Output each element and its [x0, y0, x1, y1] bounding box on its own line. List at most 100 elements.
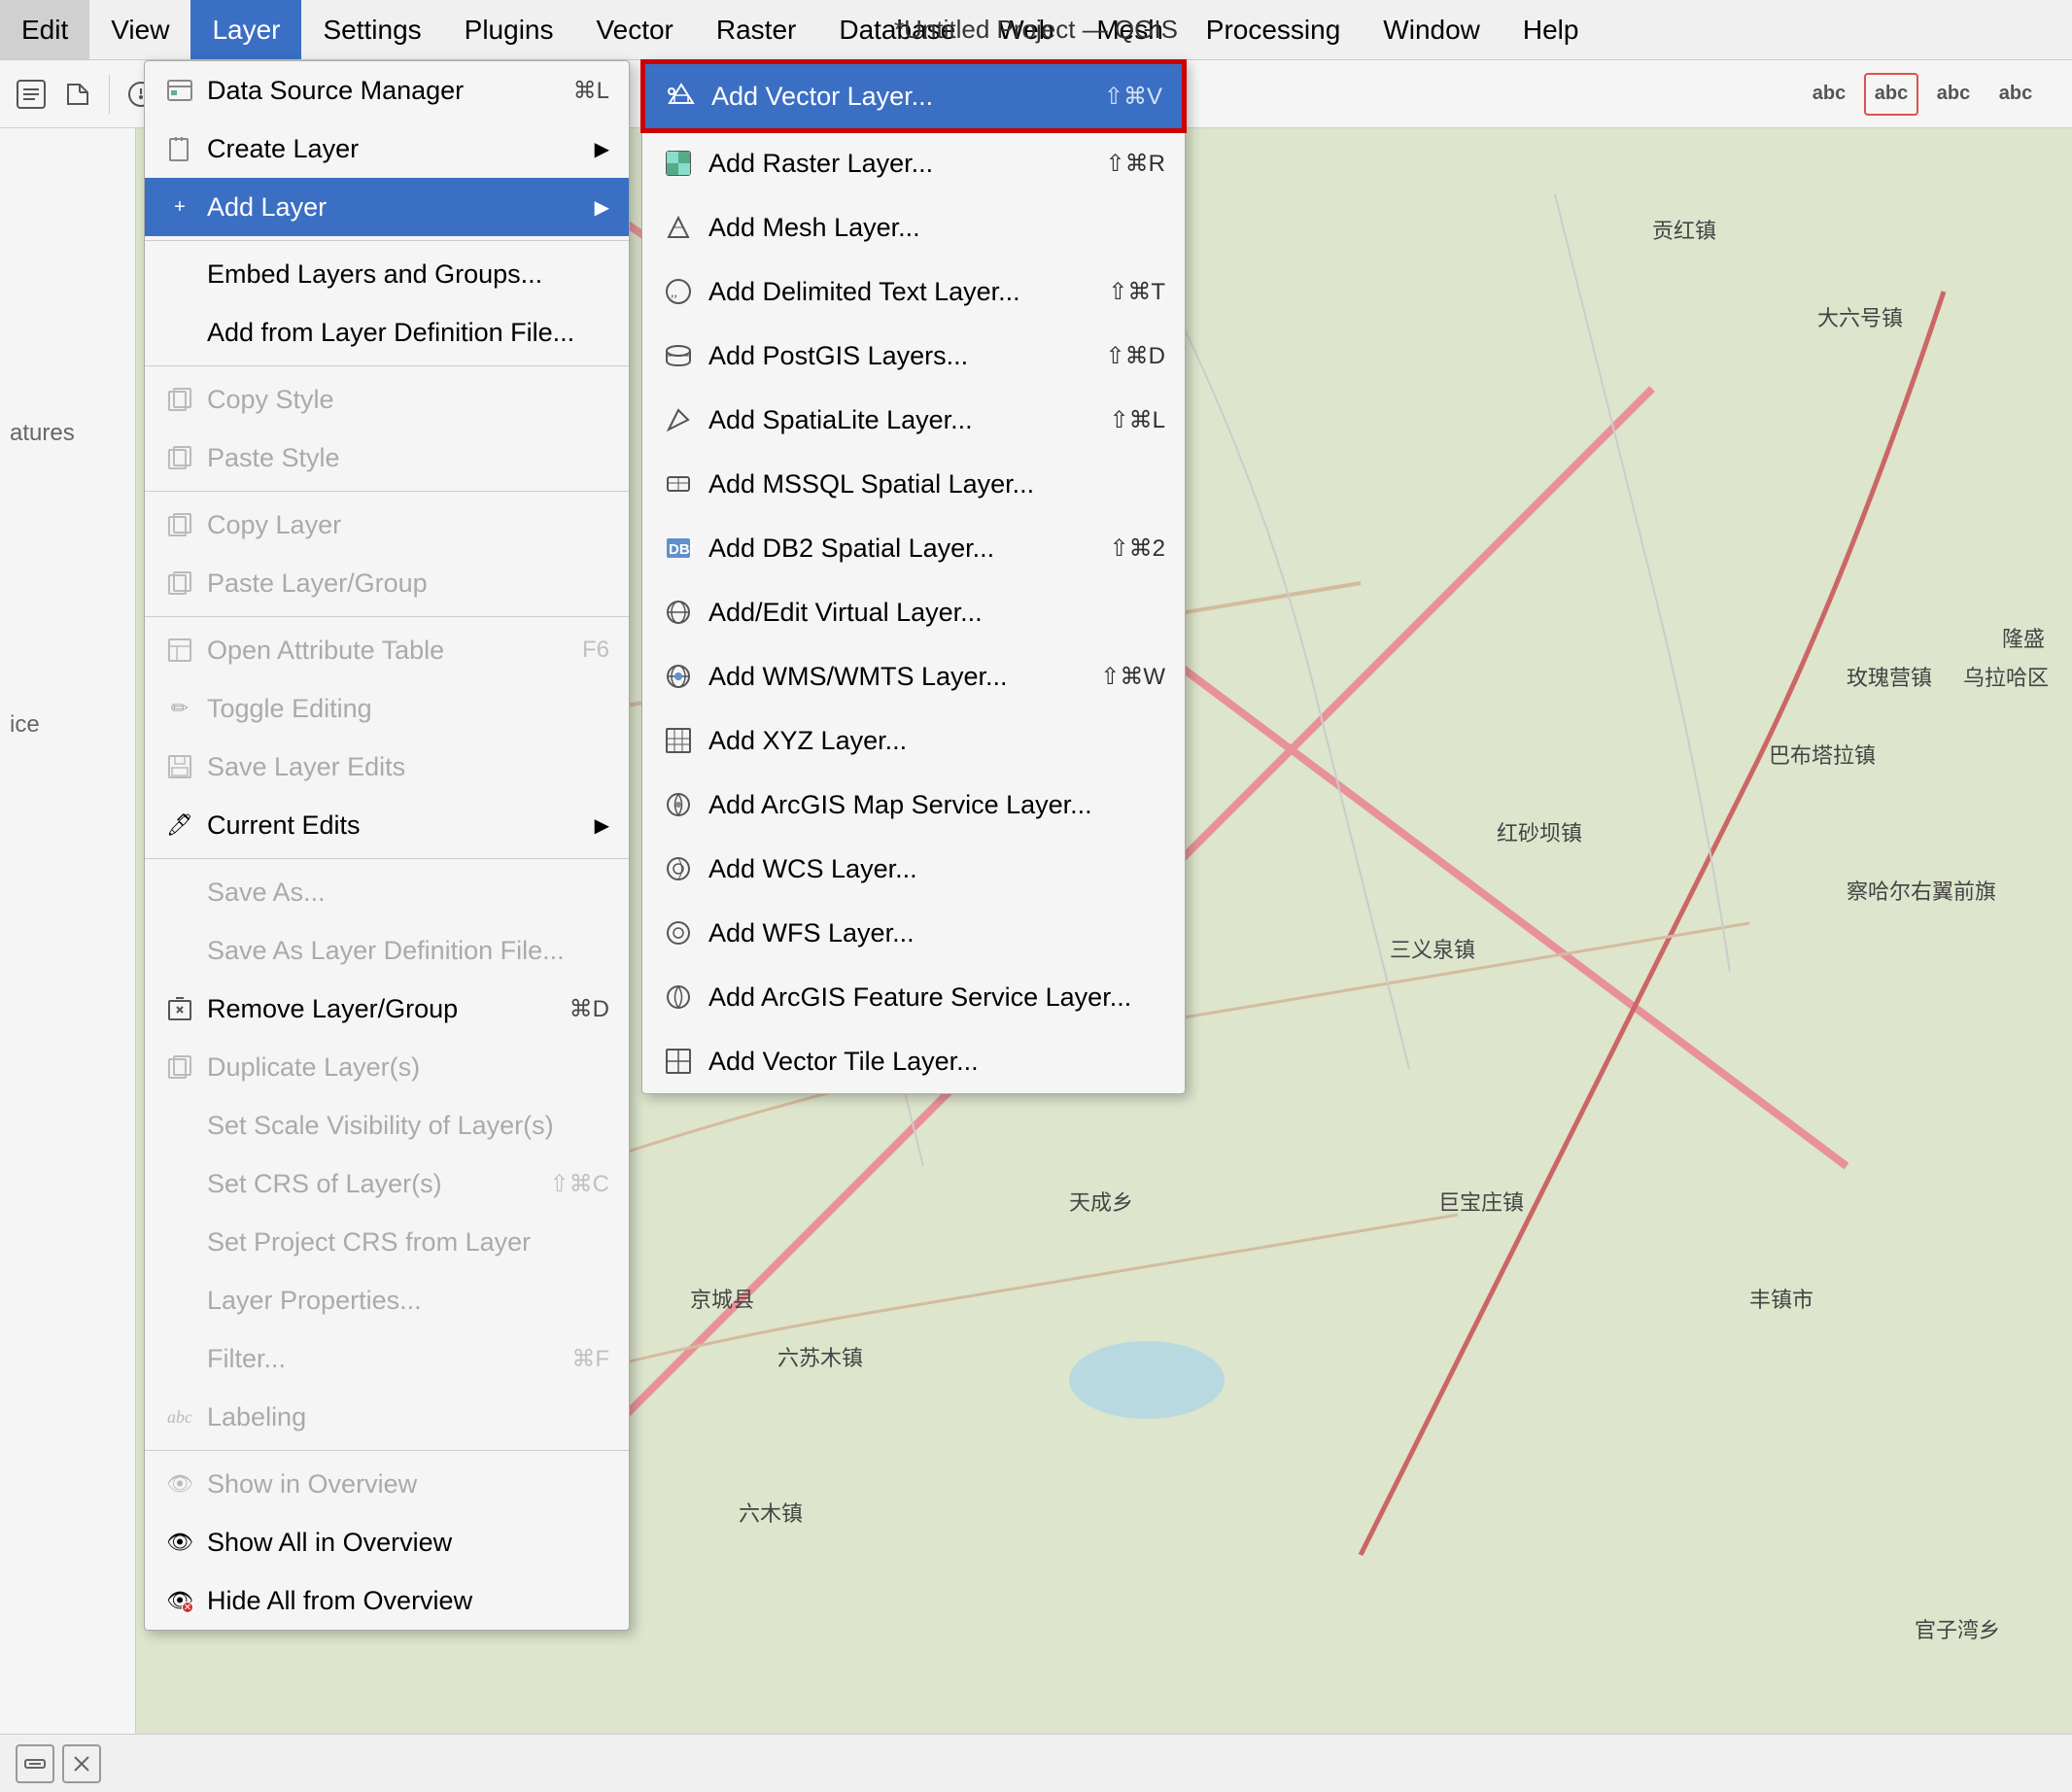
- add-layer-label: Add Layer: [207, 192, 327, 223]
- submenu-add-vector-tile[interactable]: Add Vector Tile Layer...: [642, 1029, 1185, 1093]
- menu-set-scale-visibility[interactable]: Set Scale Visibility of Layer(s): [145, 1096, 629, 1154]
- menu-database[interactable]: Database: [817, 0, 977, 59]
- menu-copy-style[interactable]: Copy Style: [145, 370, 629, 429]
- copy-style-icon: [164, 384, 195, 415]
- menu-data-source-manager[interactable]: Data Source Manager ⌘L: [145, 61, 629, 120]
- menu-layer[interactable]: Layer: [190, 0, 301, 59]
- menu-save-as[interactable]: Save As...: [145, 863, 629, 921]
- menu-vector[interactable]: Vector: [575, 0, 695, 59]
- submenu-add-mesh-layer[interactable]: Add Mesh Layer...: [642, 195, 1185, 259]
- add-arcgis-feature-label: Add ArcGIS Feature Service Layer...: [708, 982, 1131, 1013]
- add-db2-label: Add DB2 Spatial Layer...: [708, 534, 994, 564]
- submenu-add-wcs[interactable]: Add WCS Layer...: [642, 837, 1185, 901]
- menu-set-project-crs[interactable]: Set Project CRS from Layer: [145, 1213, 629, 1271]
- add-vector-layer-shortcut: ⇧⌘V: [1104, 83, 1162, 111]
- filter-label: Filter...: [207, 1344, 286, 1374]
- submenu-add-xyz[interactable]: Add XYZ Layer...: [642, 708, 1185, 773]
- menu-paste-style[interactable]: Paste Style: [145, 429, 629, 487]
- menu-processing[interactable]: Processing: [1185, 0, 1363, 59]
- submenu-add-raster-layer[interactable]: Add Raster Layer... ⇧⌘R: [642, 131, 1185, 195]
- menu-filter[interactable]: Filter... ⌘F: [145, 1329, 629, 1388]
- menu-labeling[interactable]: abc Labeling: [145, 1388, 629, 1446]
- toolbar-abc-3[interactable]: abc: [1926, 73, 1981, 116]
- menu-hide-all-overview[interactable]: 👁✕ Hide All from Overview: [145, 1571, 629, 1630]
- show-in-overview-label: Show in Overview: [207, 1469, 417, 1499]
- menu-save-as-definition[interactable]: Save As Layer Definition File...: [145, 921, 629, 980]
- set-scale-visibility-icon: [164, 1110, 195, 1141]
- toolbar-abc-4[interactable]: abc: [1988, 73, 2043, 116]
- menu-open-attribute-table[interactable]: Open Attribute Table F6: [145, 621, 629, 679]
- sidebar-service: ice: [10, 711, 40, 739]
- toolbar-btn-2[interactable]: [56, 73, 99, 116]
- status-bar: [0, 1734, 2072, 1792]
- menu-show-all-overview[interactable]: 👁 Show All in Overview: [145, 1513, 629, 1571]
- labeling-label: Labeling: [207, 1402, 306, 1432]
- submenu-add-mssql[interactable]: Add MSSQL Spatial Layer...: [642, 452, 1185, 516]
- toolbar-btn-1[interactable]: [10, 73, 52, 116]
- menu-raster[interactable]: Raster: [695, 0, 817, 59]
- save-as-definition-label: Save As Layer Definition File...: [207, 936, 565, 966]
- add-delimited-text-shortcut: ⇧⌘T: [1108, 278, 1165, 306]
- toolbar-separator: [109, 75, 110, 114]
- sep3: [145, 491, 629, 492]
- status-btn-2[interactable]: [62, 1744, 101, 1783]
- menu-duplicate-layers[interactable]: Duplicate Layer(s): [145, 1038, 629, 1096]
- add-wms-icon: [662, 660, 695, 693]
- toolbar-abc-2[interactable]: abc: [1864, 73, 1918, 116]
- submenu-add-db2[interactable]: DB2 Add DB2 Spatial Layer... ⇧⌘2: [642, 516, 1185, 580]
- add-raster-layer-icon: [662, 147, 695, 180]
- submenu-add-postgis[interactable]: Add PostGIS Layers... ⇧⌘D: [642, 324, 1185, 388]
- set-scale-visibility-label: Set Scale Visibility of Layer(s): [207, 1111, 554, 1141]
- menu-add-layer[interactable]: + Add Layer ▶: [145, 178, 629, 236]
- save-as-icon: [164, 877, 195, 908]
- layer-properties-label: Layer Properties...: [207, 1286, 422, 1316]
- embed-layers-icon: [164, 258, 195, 290]
- menu-create-layer[interactable]: Create Layer ▶: [145, 120, 629, 178]
- save-as-definition-icon: [164, 935, 195, 966]
- menu-window[interactable]: Window: [1362, 0, 1502, 59]
- menu-add-from-definition[interactable]: Add from Layer Definition File...: [145, 303, 629, 362]
- layer-menu: Data Source Manager ⌘L Create Layer ▶ + …: [144, 60, 630, 1631]
- menu-save-layer-edits[interactable]: Save Layer Edits: [145, 738, 629, 796]
- menu-toggle-editing[interactable]: ✏ Toggle Editing: [145, 679, 629, 738]
- menu-view[interactable]: View: [89, 0, 190, 59]
- menu-embed-layers[interactable]: Embed Layers and Groups...: [145, 245, 629, 303]
- create-layer-icon: [164, 133, 195, 164]
- add-raster-layer-label: Add Raster Layer...: [708, 149, 933, 179]
- menu-settings[interactable]: Settings: [301, 0, 442, 59]
- submenu-add-spatialite[interactable]: Add SpatiaLite Layer... ⇧⌘L: [642, 388, 1185, 452]
- menu-copy-layer[interactable]: Copy Layer: [145, 496, 629, 554]
- toggle-editing-label: Toggle Editing: [207, 694, 372, 724]
- submenu-add-delimited-text[interactable]: ,, Add Delimited Text Layer... ⇧⌘T: [642, 259, 1185, 324]
- current-edits-label: Current Edits: [207, 810, 361, 841]
- menu-edit[interactable]: Edit: [0, 0, 89, 59]
- menu-web[interactable]: Web: [977, 0, 1075, 59]
- add-from-definition-label: Add from Layer Definition File...: [207, 318, 574, 348]
- submenu-add-vector-layer[interactable]: Add Vector Layer... ⇧⌘V: [642, 61, 1185, 131]
- toolbar-abc-1[interactable]: abc: [1802, 73, 1856, 116]
- status-btn-1[interactable]: [16, 1744, 54, 1783]
- add-layer-submenu: Add Vector Layer... ⇧⌘V Add Raster Layer…: [641, 60, 1186, 1094]
- set-project-crs-label: Set Project CRS from Layer: [207, 1227, 531, 1258]
- add-arcgis-map-icon: [662, 788, 695, 821]
- submenu-add-virtual[interactable]: Add/Edit Virtual Layer...: [642, 580, 1185, 644]
- submenu-add-wfs[interactable]: Add WFS Layer...: [642, 901, 1185, 965]
- svg-text:,,: ,,: [671, 286, 677, 300]
- add-mssql-label: Add MSSQL Spatial Layer...: [708, 469, 1034, 500]
- submenu-add-arcgis-map[interactable]: Add ArcGIS Map Service Layer...: [642, 773, 1185, 837]
- menu-help[interactable]: Help: [1502, 0, 1601, 59]
- menu-remove-layer[interactable]: Remove Layer/Group ⌘D: [145, 980, 629, 1038]
- status-left: [16, 1744, 101, 1783]
- menu-set-crs[interactable]: Set CRS of Layer(s) ⇧⌘C: [145, 1154, 629, 1213]
- add-wcs-label: Add WCS Layer...: [708, 854, 917, 884]
- add-raster-layer-shortcut: ⇧⌘R: [1106, 150, 1165, 178]
- menu-current-edits[interactable]: 🖊 Current Edits ▶: [145, 796, 629, 854]
- menu-plugins[interactable]: Plugins: [443, 0, 575, 59]
- submenu-add-wms[interactable]: Add WMS/WMTS Layer... ⇧⌘W: [642, 644, 1185, 708]
- menu-paste-layer-group[interactable]: Paste Layer/Group: [145, 554, 629, 612]
- current-edits-arrow: ▶: [595, 813, 609, 838]
- submenu-add-arcgis-feature[interactable]: Add ArcGIS Feature Service Layer...: [642, 965, 1185, 1029]
- menu-layer-properties[interactable]: Layer Properties...: [145, 1271, 629, 1329]
- menu-mesh[interactable]: Mesh: [1075, 0, 1184, 59]
- menu-show-in-overview[interactable]: 👁 Show in Overview: [145, 1455, 629, 1513]
